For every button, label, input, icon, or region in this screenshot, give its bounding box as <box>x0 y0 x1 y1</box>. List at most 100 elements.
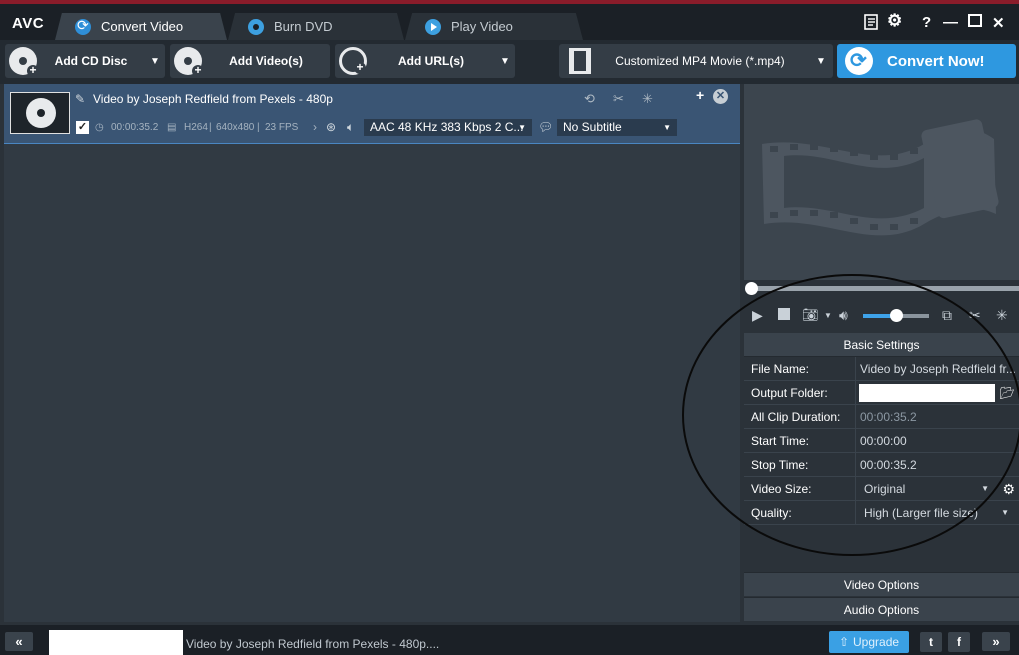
copy-icon[interactable]: ⧉ <box>942 307 952 324</box>
chevron-down-icon: ▼ <box>981 483 989 493</box>
video-preview <box>744 84 1019 280</box>
folder-open-icon[interactable]: 📂︎ <box>1000 381 1015 405</box>
scissors-icon[interactable]: ✂ <box>613 91 624 107</box>
speaker-icon[interactable]: 🔊︎ <box>839 307 848 324</box>
convert-now-button[interactable]: Convert Now! <box>837 44 1016 78</box>
upgrade-label: Upgrade <box>853 635 900 649</box>
globe-icon: + <box>339 47 367 75</box>
file-name-value[interactable]: Video by Joseph Redfield fr... <box>856 357 1019 381</box>
clip-duration-value: 00:00:35.2 <box>860 409 917 424</box>
chevron-down-icon[interactable]: ▼ <box>809 56 833 67</box>
file-title: Video by Joseph Redfield from Pexels - 4… <box>93 92 333 106</box>
convert-label: Convert Now! <box>887 52 985 70</box>
tab-label: Convert Video <box>101 19 184 34</box>
film-icon <box>569 48 591 74</box>
convert-icon <box>845 47 873 75</box>
settings-row-file-name: File Name: Video by Joseph Redfield fr..… <box>744 356 1019 381</box>
quality-select[interactable]: High (Larger file size) ▼ <box>856 501 1019 525</box>
volume-slider[interactable] <box>863 309 929 322</box>
audio-track-icon: ⊛ <box>326 120 337 134</box>
resolution-text: 640x480 <box>216 122 255 133</box>
play-button[interactable]: ▶ <box>752 307 763 324</box>
app-logo: AVC <box>12 15 45 32</box>
title-bar: AVC Convert Video Burn DVD Play Video ⚙ … <box>0 4 1019 40</box>
remove-icon[interactable]: ✕ <box>713 89 728 104</box>
tab-play-video[interactable]: Play Video <box>405 13 583 40</box>
task-list-icon[interactable] <box>864 14 880 30</box>
seek-bar[interactable] <box>744 281 1019 297</box>
scissors-icon[interactable]: ✂ <box>969 307 981 324</box>
audio-track-select[interactable]: AAC 48 KHz 383 Kbps 2 C... ▼ <box>364 119 532 136</box>
setting-label: Stop Time: <box>744 452 856 477</box>
gear-icon[interactable]: ⚙ <box>1002 477 1015 501</box>
subtitle-select[interactable]: No Subtitle ▼ <box>557 119 677 136</box>
basic-settings-header[interactable]: Basic Settings <box>744 333 1019 357</box>
arrow-up-icon: ⇧ <box>838 635 850 649</box>
volume-handle[interactable] <box>890 309 903 322</box>
tab-convert-video[interactable]: Convert Video <box>55 13 227 40</box>
convert-icon <box>75 17 91 35</box>
help-button[interactable]: ? <box>922 14 931 31</box>
chevron-down-icon: ▼ <box>1001 507 1009 517</box>
settings-row-start-time: Start Time: 00:00:00 <box>744 428 1019 453</box>
setting-label: File Name: <box>744 356 856 381</box>
collapse-left-button[interactable]: « <box>5 632 33 651</box>
video-thumbnail[interactable] <box>10 92 70 134</box>
chevron-down-icon[interactable]: ▼ <box>495 56 515 67</box>
start-time-value[interactable]: 00:00:00 <box>856 429 1019 453</box>
add-videos-label: Add Video(s) <box>229 54 303 68</box>
preview-pane: ▶ 📷︎ ▼ 🔊︎ ⧉ ✂ ✳ Basic Settings File Name… <box>744 84 1019 622</box>
add-urls-button[interactable]: + Add URL(s) ▼ <box>335 44 515 78</box>
item-checkbox[interactable]: ✓ <box>76 121 89 134</box>
chevron-down-icon[interactable]: ▼ <box>824 311 832 320</box>
seek-handle[interactable] <box>745 282 758 295</box>
add-icon[interactable]: + <box>696 87 704 103</box>
video-size-value: Original <box>864 481 906 496</box>
basic-settings-panel: Basic Settings File Name: Video by Josep… <box>744 333 1019 527</box>
magic-wand-icon[interactable]: ✳ <box>642 91 653 107</box>
magic-wand-icon[interactable]: ✳ <box>996 307 1008 324</box>
minimize-button[interactable]: — <box>943 14 958 31</box>
edit-icon[interactable]: ✎ <box>75 92 85 106</box>
chevron-down-icon: ▼ <box>518 123 526 132</box>
clock-icon: ◷ <box>95 122 104 133</box>
close-button[interactable]: ✕ <box>992 14 1005 32</box>
video-options-bar[interactable]: Video Options <box>744 572 1019 596</box>
settings-row-stop-time: Stop Time: 00:00:35.2 <box>744 452 1019 477</box>
camera-icon[interactable]: 📷︎ <box>802 307 819 323</box>
tab-label: Burn DVD <box>274 19 333 34</box>
output-profile-select[interactable]: Customized MP4 Movie (*.mp4) ▼ <box>559 44 833 78</box>
setting-label: All Clip Duration: <box>744 404 856 429</box>
film-strip-icon <box>762 119 999 236</box>
subtitle-icon: 💬︎ <box>538 120 554 134</box>
add-cd-disc-button[interactable]: + Add CD Disc ▼ <box>5 44 165 78</box>
setting-label: Video Size: <box>744 476 856 501</box>
toolbar: + Add CD Disc ▼ + Add Video(s) + Add URL… <box>0 40 1019 84</box>
refresh-icon[interactable]: ⟲ <box>584 91 595 107</box>
twitter-icon[interactable]: t <box>920 632 942 652</box>
add-cd-label: Add CD Disc <box>54 54 128 68</box>
play-icon <box>425 18 441 35</box>
disc-icon: + <box>9 47 39 77</box>
gear-icon[interactable]: ⚙ <box>887 11 902 31</box>
expand-right-button[interactable]: » <box>982 632 1010 651</box>
stop-time-value[interactable]: 00:00:35.2 <box>856 453 1019 477</box>
stop-button[interactable] <box>778 308 790 320</box>
maximize-button[interactable] <box>968 14 982 27</box>
tab-label: Play Video <box>451 19 513 34</box>
output-folder-input[interactable] <box>859 383 995 402</box>
film-reel-icon <box>26 98 56 128</box>
upgrade-button[interactable]: ⇧ Upgrade <box>829 631 909 653</box>
status-text: Video by Joseph Redfield from Pexels - 4… <box>186 637 440 651</box>
film-reel-icon: + <box>174 47 204 77</box>
list-item[interactable]: ✎ Video by Joseph Redfield from Pexels -… <box>4 84 740 144</box>
chevron-down-icon: ▼ <box>663 123 671 132</box>
tab-burn-dvd[interactable]: Burn DVD <box>228 13 404 40</box>
chevron-right-icon: › <box>313 120 317 134</box>
facebook-icon[interactable]: f <box>948 632 970 652</box>
add-videos-button[interactable]: + Add Video(s) <box>170 44 330 78</box>
video-size-select[interactable]: Original ▼ ⚙ <box>856 477 1019 501</box>
quality-value: High (Larger file size) <box>864 505 979 520</box>
chevron-down-icon[interactable]: ▼ <box>145 56 165 67</box>
audio-options-bar[interactable]: Audio Options <box>744 597 1019 621</box>
